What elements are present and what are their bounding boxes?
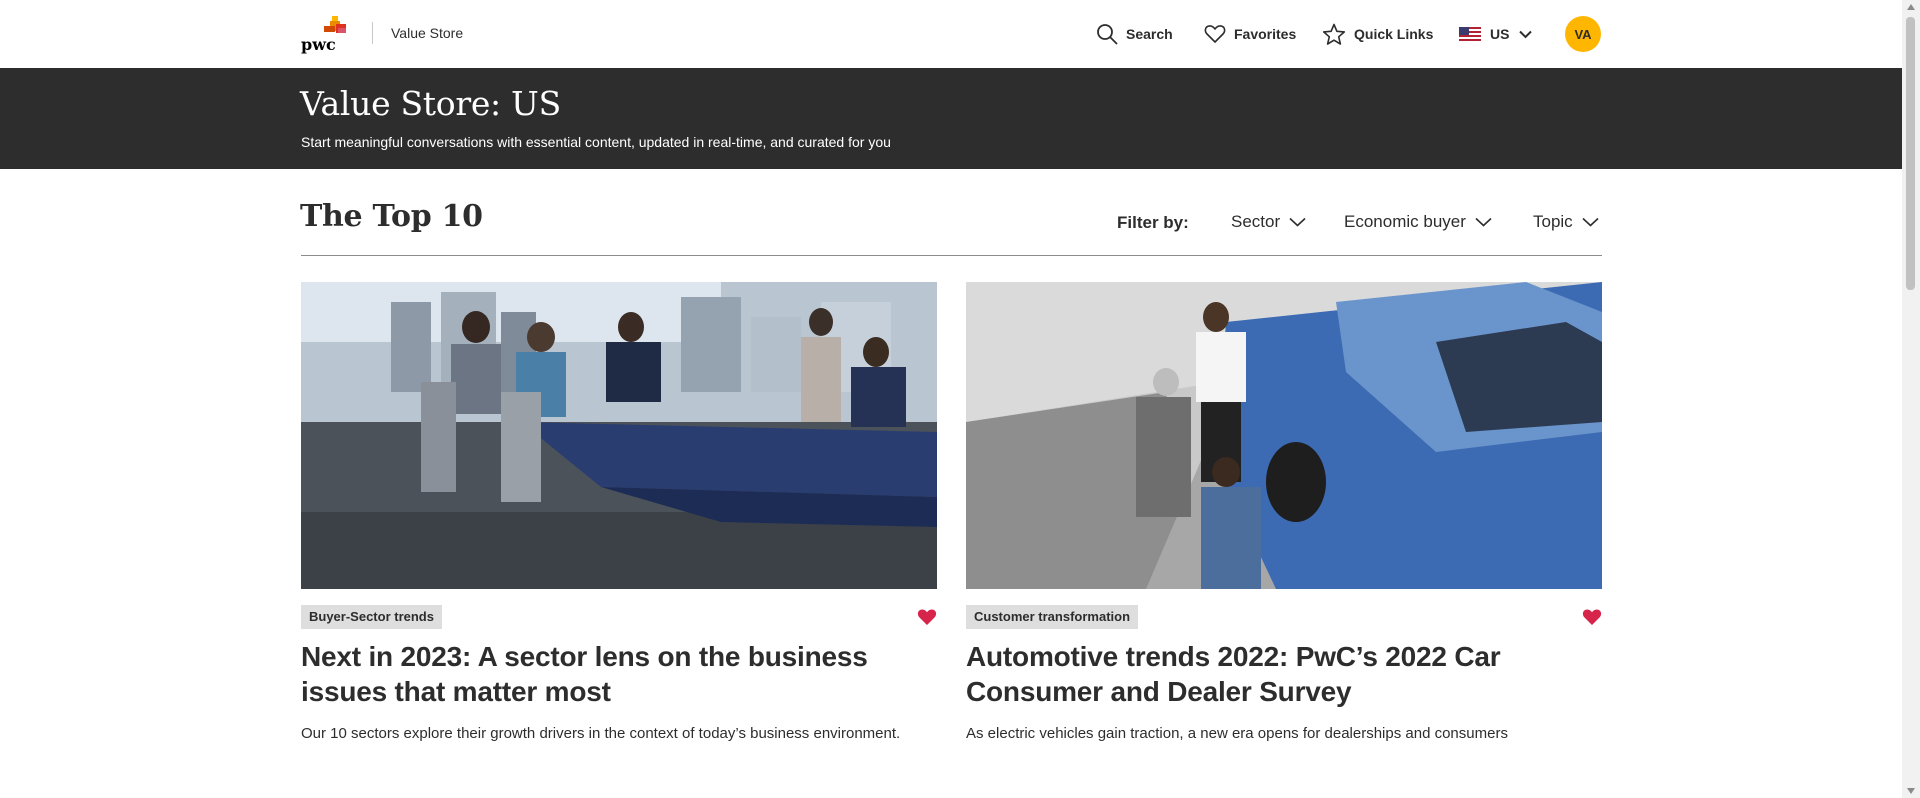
scroll-up-arrow-icon[interactable] (1907, 4, 1915, 10)
country-selector[interactable]: US (1459, 20, 1533, 48)
filter-sector-dropdown[interactable]: Sector (1231, 212, 1306, 232)
site-name[interactable]: Value Store (391, 25, 463, 41)
section-divider (301, 255, 1602, 256)
favorites-button[interactable]: Favorites (1204, 20, 1296, 48)
pwc-logo[interactable]: pwc (300, 14, 356, 54)
card-title[interactable]: Automotive trends 2022: PwC’s 2022 Car C… (966, 639, 1602, 709)
card-description: Our 10 sectors explore their growth driv… (301, 725, 901, 742)
star-outline-icon (1322, 23, 1346, 45)
page-scrollbar[interactable] (1902, 0, 1920, 798)
filter-economic-buyer-dropdown[interactable]: Economic buyer (1344, 212, 1492, 232)
scrollbar-thumb[interactable] (1906, 17, 1915, 290)
card-title[interactable]: Next in 2023: A sector lens on the busin… (301, 639, 937, 709)
chevron-down-icon (1475, 217, 1492, 227)
content-card: Buyer-Sector trends Next in 2023: A sect… (301, 282, 937, 742)
logo-wordmark: pwc (301, 35, 336, 54)
category-tag[interactable]: Buyer-Sector trends (301, 605, 442, 629)
chevron-down-icon (1289, 217, 1306, 227)
page-subtitle: Start meaningful conversations with esse… (301, 134, 891, 150)
search-button[interactable]: Search (1096, 20, 1173, 48)
scroll-down-arrow-icon[interactable] (1907, 788, 1915, 794)
filter-label: Filter by: (1117, 213, 1189, 232)
chevron-down-icon (1582, 217, 1599, 227)
hero-banner: Value Store: US Start meaningful convers… (0, 68, 1902, 169)
country-label: US (1490, 26, 1510, 42)
search-icon (1097, 24, 1118, 45)
card-image-meeting-room[interactable] (301, 282, 937, 589)
filter-sector-label: Sector (1231, 212, 1281, 231)
category-tag[interactable]: Customer transformation (966, 605, 1139, 629)
quick-links-label: Quick Links (1354, 26, 1434, 42)
quick-links-button[interactable]: Quick Links (1322, 20, 1433, 48)
content-card: Customer transformation Automotive trend… (966, 282, 1602, 742)
user-avatar[interactable]: VA (1565, 16, 1601, 52)
section-title: The Top 10 (300, 199, 483, 234)
filter-economic-buyer-label: Economic buyer (1344, 212, 1466, 231)
us-flag-icon (1459, 27, 1481, 41)
card-description: As electric vehicles gain traction, a ne… (966, 725, 1508, 742)
search-label: Search (1126, 26, 1173, 42)
page-title: Value Store: US (300, 84, 561, 123)
card-image-car-dealership[interactable] (966, 282, 1602, 589)
logo-divider (372, 22, 373, 44)
heart-outline-icon (1204, 25, 1226, 43)
top-header: pwc Value Store Search Favorites Quick L… (0, 0, 1902, 68)
filter-topic-label: Topic (1533, 212, 1573, 231)
favorites-label: Favorites (1234, 26, 1297, 42)
heart-filled-icon[interactable] (917, 608, 937, 626)
chevron-down-icon (1519, 30, 1533, 38)
heart-filled-icon[interactable] (1582, 608, 1602, 626)
filter-topic-dropdown[interactable]: Topic (1533, 212, 1599, 232)
